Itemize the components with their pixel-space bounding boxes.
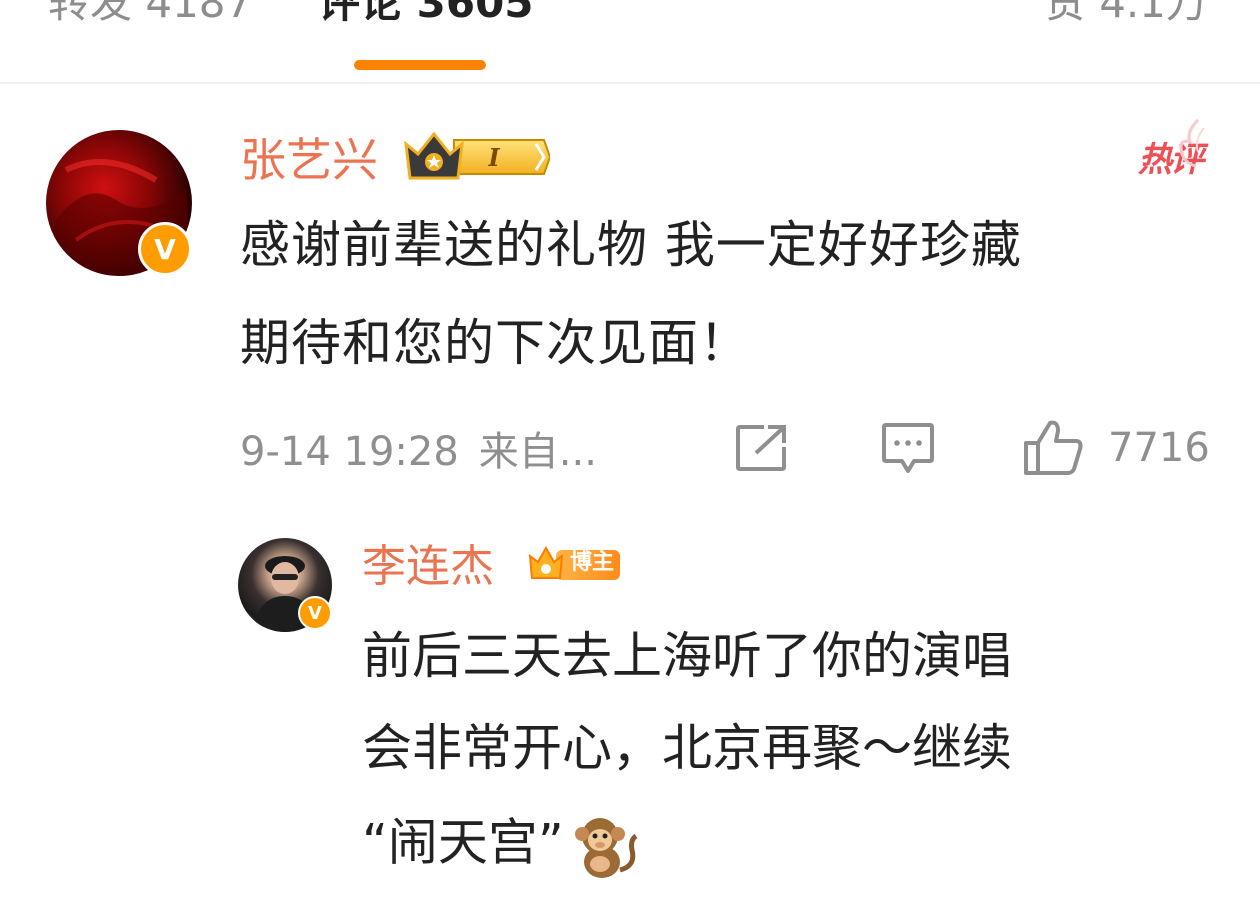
share-button[interactable] [734, 418, 794, 478]
comment-author-name[interactable]: 张艺兴 [240, 132, 378, 188]
verified-icon: V [298, 596, 332, 630]
like-icon [1024, 420, 1083, 475]
blogger-badge-label: 博主 [570, 550, 615, 575]
comment-text: 感谢前辈送的礼物 我一定好好珍藏 期待和您的下次见面！ [240, 212, 1220, 376]
comment-meta: 9-14 19:28 来自... [240, 428, 597, 476]
reply-text-line: 前后三天去上海听了你的演唱 [362, 627, 1012, 685]
tab-repost[interactable]: 转发 4187 [48, 0, 252, 28]
monkey-emoji-icon [574, 818, 638, 878]
flame-icon [1179, 118, 1205, 168]
verified-icon: V [138, 222, 192, 276]
comment-source: 来自... [478, 429, 597, 475]
comment-timestamp: 9-14 19:28 [240, 429, 459, 475]
comment-text-line: 感谢前辈送的礼物 我一定好好珍藏 [240, 216, 1022, 274]
like-button[interactable]: 7716 [1022, 418, 1210, 478]
svg-text:I: I [487, 143, 500, 172]
member-crown-badge-icon[interactable]: I [404, 130, 550, 184]
reply-text: 前后三天去上海听了你的演唱 会非常开心，北京再聚～继续 “闹天宫” [362, 626, 1222, 902]
comment-text-line: 期待和您的下次见面！ [240, 314, 750, 372]
like-count: 7716 [1108, 425, 1210, 471]
reply-text-line: 会非常开心，北京再聚～继续 [362, 719, 1012, 777]
tab-likes[interactable]: 赞 4.1万 [1044, 0, 1208, 28]
reply-text-line-last: “闹天宫” [362, 810, 1222, 878]
reply-text-quote: “闹天宫” [362, 813, 564, 872]
blogger-badge: 博主 [526, 544, 622, 584]
weibo-comment-page: 转发 4187 评论 3605 赞 4.1万 V 张艺兴 I 热评 感谢前辈送的… [0, 0, 1260, 908]
share-icon [736, 425, 786, 471]
active-tab-indicator [354, 60, 486, 70]
comment-button[interactable] [880, 418, 940, 478]
reply-author-name[interactable]: 李连杰 [362, 540, 494, 594]
comment-icon [882, 423, 934, 473]
tab-bar: 转发 4187 评论 3605 赞 4.1万 [0, 0, 1260, 84]
tab-comments[interactable]: 评论 3605 [318, 0, 534, 28]
